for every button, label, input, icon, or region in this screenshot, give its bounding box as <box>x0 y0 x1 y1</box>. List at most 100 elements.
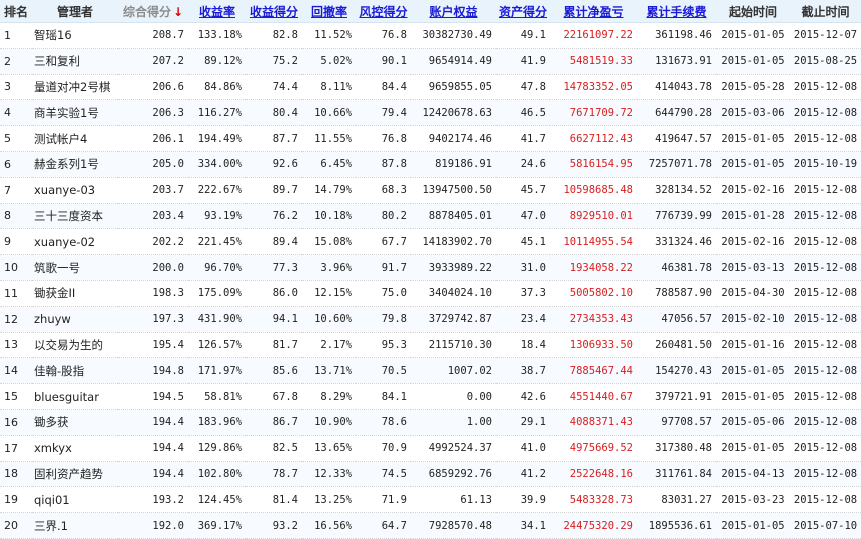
return-rate-cell: 126.57% <box>188 332 246 359</box>
manager-name: 锄获金II <box>32 280 118 307</box>
asset-score-cell: 46.5 <box>496 99 550 127</box>
fee-cell: 311761.84 <box>637 461 716 488</box>
return-score-cell: 87.7 <box>246 125 302 152</box>
return-rate-cell: 194.49% <box>188 125 246 152</box>
score-cell: 194.4 <box>118 409 188 436</box>
return-score-cell: 81.7 <box>246 332 302 359</box>
equity-cell: 1007.02 <box>411 357 496 385</box>
net-profit-cell: 5483328.73 <box>550 486 637 514</box>
net-profit-cell: 10114955.54 <box>550 228 637 256</box>
header-return-rate[interactable]: 收益率 <box>188 0 246 23</box>
return-rate-cell: 93.19% <box>188 203 246 230</box>
equity-cell: 14183902.70 <box>411 228 496 256</box>
start-date-cell: 2015-01-05 <box>716 383 790 410</box>
equity-cell: 9402174.46 <box>411 125 496 152</box>
risk-score-cell: 67.7 <box>356 228 411 256</box>
risk-score-cell: 79.4 <box>356 99 411 127</box>
start-date-cell: 2015-04-13 <box>716 461 790 488</box>
sort-return-rate-link[interactable]: 收益率 <box>199 5 235 19</box>
equity-cell: 9659855.05 <box>411 74 496 101</box>
sort-desc-icon[interactable]: ↓ <box>173 5 183 19</box>
sort-asset-score-link[interactable]: 资产得分 <box>499 5 547 19</box>
table-body: 1 智瑶16 208.7 133.18% 82.8 11.52% 76.8 30382730.… <box>0 22 861 539</box>
header-score[interactable]: 综合得分 ↓ <box>118 0 188 23</box>
header-net-profit[interactable]: 累计净盈亏 <box>550 0 637 23</box>
drawdown-cell: 16.56% <box>302 512 356 539</box>
end-date-cell: 2015-12-08 <box>790 99 861 127</box>
header-drawdown[interactable]: 回撤率 <box>302 0 356 23</box>
rank-cell: 20 <box>0 512 32 539</box>
manager-name: 三十三度资本 <box>32 203 118 230</box>
risk-score-cell: 87.8 <box>356 151 411 178</box>
end-date-cell: 2015-12-08 <box>790 357 861 385</box>
rank-cell: 16 <box>0 409 32 436</box>
rank-cell: 13 <box>0 332 32 359</box>
fee-cell: 260481.50 <box>637 332 716 359</box>
rank-cell: 12 <box>0 306 32 333</box>
sort-drawdown-link[interactable]: 回撤率 <box>311 5 347 19</box>
header-fee[interactable]: 累计手续费 <box>637 0 716 23</box>
start-date-cell: 2015-01-28 <box>716 203 790 230</box>
return-rate-cell: 116.27% <box>188 99 246 127</box>
score-cell: 206.3 <box>118 99 188 127</box>
fee-cell: 154270.43 <box>637 357 716 385</box>
header-risk-score[interactable]: 风控得分 <box>356 0 411 23</box>
end-date-cell: 2015-12-08 <box>790 306 861 333</box>
rank-cell: 18 <box>0 461 32 488</box>
risk-score-cell: 75.0 <box>356 280 411 307</box>
net-profit-cell: 2522648.16 <box>550 461 637 488</box>
score-cell: 208.7 <box>118 22 188 49</box>
return-rate-cell: 175.09% <box>188 280 246 307</box>
risk-score-cell: 68.3 <box>356 177 411 204</box>
header-rank: 排名 <box>0 0 32 23</box>
drawdown-cell: 10.60% <box>302 306 356 333</box>
end-date-cell: 2015-12-08 <box>790 435 861 462</box>
start-date-cell: 2015-01-05 <box>716 125 790 152</box>
header-return-score[interactable]: 收益得分 <box>246 0 302 23</box>
net-profit-cell: 7885467.44 <box>550 357 637 385</box>
sort-net-profit-link[interactable]: 累计净盈亏 <box>563 5 623 19</box>
return-rate-cell: 84.86% <box>188 74 246 101</box>
risk-score-cell: 84.1 <box>356 383 411 410</box>
equity-cell: 819186.91 <box>411 151 496 178</box>
sort-equity-link[interactable]: 账户权益 <box>429 5 477 19</box>
return-score-cell: 67.8 <box>246 383 302 410</box>
return-score-cell: 76.2 <box>246 203 302 230</box>
asset-score-cell: 18.4 <box>496 332 550 359</box>
return-rate-cell: 171.97% <box>188 357 246 385</box>
sort-return-score-link[interactable]: 收益得分 <box>250 5 298 19</box>
risk-score-cell: 64.7 <box>356 512 411 539</box>
table-row: 14 佳翰-股指 194.8 171.97% 85.6 13.71% 70.5 1007.02… <box>0 357 861 385</box>
asset-score-cell: 29.1 <box>496 409 550 436</box>
start-date-cell: 2015-04-30 <box>716 280 790 307</box>
fee-cell: 328134.52 <box>637 177 716 204</box>
return-score-cell: 85.6 <box>246 357 302 385</box>
end-date-cell: 2015-12-08 <box>790 203 861 230</box>
header-equity[interactable]: 账户权益 <box>411 0 496 23</box>
risk-score-cell: 79.8 <box>356 306 411 333</box>
return-rate-cell: 58.81% <box>188 383 246 410</box>
table-row: 9 xuanye-02 202.2 221.45% 89.4 15.08% 67.7 1418… <box>0 228 861 256</box>
sort-fee-link[interactable]: 累计手续费 <box>646 5 706 19</box>
end-date-cell: 2015-12-08 <box>790 486 861 514</box>
return-score-cell: 89.4 <box>246 228 302 256</box>
manager-name: qiqi01 <box>32 486 118 514</box>
net-profit-cell: 4551440.67 <box>550 383 637 410</box>
equity-cell: 2115710.30 <box>411 332 496 359</box>
sort-risk-score-link[interactable]: 风控得分 <box>359 5 407 19</box>
drawdown-cell: 11.55% <box>302 125 356 152</box>
table-row: 8 三十三度资本 203.4 93.19% 76.2 10.18% 80.2 8878405.… <box>0 203 861 230</box>
asset-score-cell: 23.4 <box>496 306 550 333</box>
drawdown-cell: 13.71% <box>302 357 356 385</box>
return-rate-cell: 222.67% <box>188 177 246 204</box>
asset-score-cell: 39.9 <box>496 486 550 514</box>
header-asset-score[interactable]: 资产得分 <box>496 0 550 23</box>
header-score-label[interactable]: 综合得分 <box>123 5 171 19</box>
score-cell: 195.4 <box>118 332 188 359</box>
risk-score-cell: 80.2 <box>356 203 411 230</box>
rank-cell: 19 <box>0 486 32 514</box>
start-date-cell: 2015-03-13 <box>716 254 790 281</box>
table-row: 7 xuanye-03 203.7 222.67% 89.7 14.79% 68.3 1394… <box>0 177 861 204</box>
asset-score-cell: 47.0 <box>496 203 550 230</box>
drawdown-cell: 10.66% <box>302 99 356 127</box>
